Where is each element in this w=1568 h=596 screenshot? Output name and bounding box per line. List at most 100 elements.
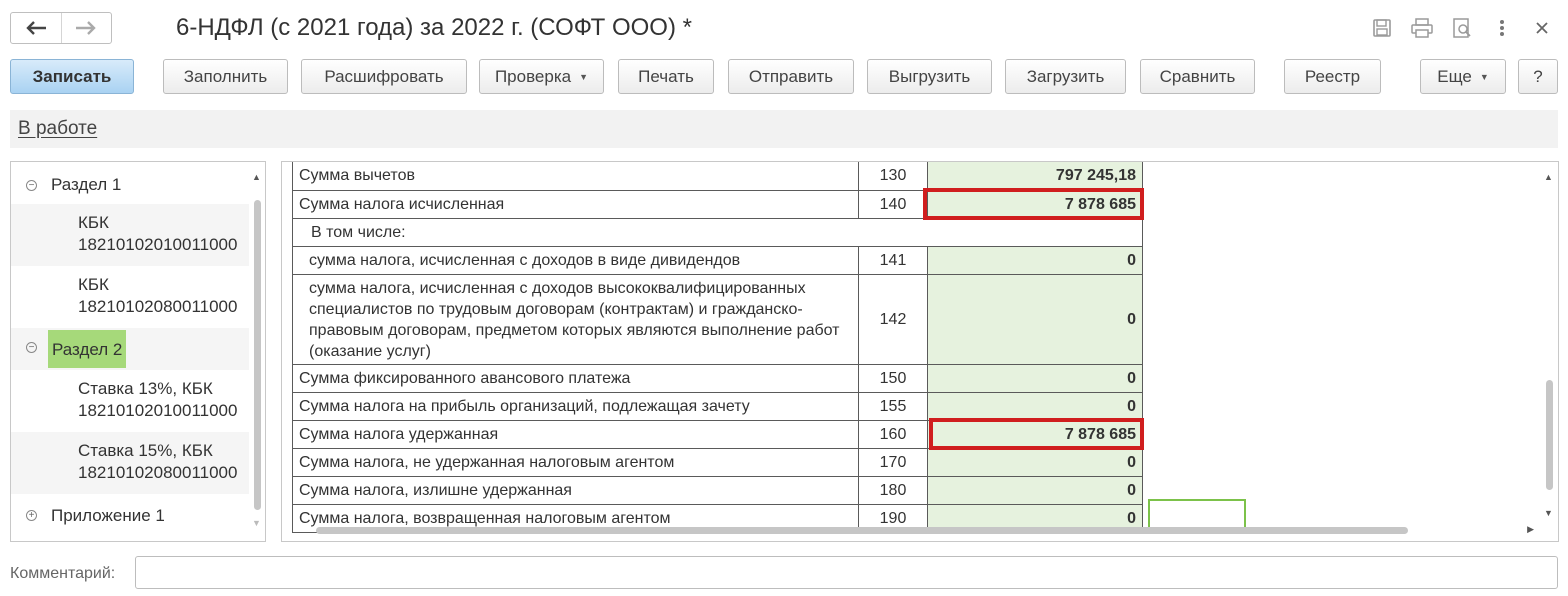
- preview-icon[interactable]: [1450, 16, 1474, 40]
- decode-button-label: Расшифровать: [324, 66, 444, 86]
- vertical-scrollbar[interactable]: ▲ ▼: [1544, 172, 1554, 518]
- scroll-down-icon[interactable]: ▼: [252, 518, 261, 528]
- row-code: 155: [859, 393, 928, 420]
- more-icon[interactable]: [1490, 16, 1514, 40]
- caret-down-icon: ▼: [1479, 71, 1489, 82]
- navigation-buttons: [10, 12, 112, 44]
- row-label: Сумма налога исчисленная: [292, 191, 859, 218]
- table-row: Сумма налога, не удержанная налоговым аг…: [292, 449, 1143, 477]
- tree-item-kbk-2[interactable]: КБК 18210102080011000: [11, 266, 249, 328]
- tree-item-label: Ставка 13%, КБК 18210102010011000: [78, 379, 238, 420]
- tree-item-label: Приложение 1: [51, 506, 165, 525]
- highlight-frame-row-160: [929, 418, 1144, 450]
- back-button[interactable]: [11, 13, 61, 43]
- tree-item-label: Раздел 2: [48, 330, 127, 368]
- send-button-label: Отправить: [748, 66, 834, 86]
- tree-item-kbk-1[interactable]: КБК 18210102010011000: [11, 204, 249, 266]
- help-button[interactable]: ?: [1518, 59, 1558, 94]
- import-button[interactable]: Загрузить: [1005, 59, 1126, 94]
- tree-item-label: КБК 18210102010011000: [78, 213, 238, 254]
- print-icon[interactable]: [1410, 16, 1434, 40]
- row-label: Сумма фиксированного авансового платежа: [292, 365, 859, 392]
- print-button[interactable]: Печать: [618, 59, 714, 94]
- row-value[interactable]: 0: [928, 365, 1143, 392]
- row-label: Сумма вычетов: [292, 162, 859, 190]
- row-code: 142: [859, 275, 928, 364]
- horizontal-scroll-thumb[interactable]: [316, 527, 1408, 534]
- section-tree: − Раздел 1 КБК 18210102010011000 КБК 182…: [10, 161, 266, 542]
- collapse-icon[interactable]: −: [26, 342, 37, 353]
- table-row: сумма налога, исчисленная с доходов в ви…: [292, 247, 1143, 275]
- row-label: В том числе:: [292, 219, 1143, 246]
- row-code: 180: [859, 477, 928, 504]
- check-button-label: Проверка: [494, 66, 572, 86]
- tree-scrollbar[interactable]: ▲ ▼: [252, 172, 261, 532]
- table-row: Сумма вычетов 130 797 245,18: [292, 162, 1143, 191]
- tree-item-rate-13[interactable]: Ставка 13%, КБК 18210102010011000: [11, 370, 249, 432]
- row-value[interactable]: 0: [928, 477, 1143, 504]
- tree-item-label: Раздел 1: [51, 175, 122, 194]
- table-row: В том числе:: [292, 219, 1143, 247]
- decode-button[interactable]: Расшифровать: [301, 59, 467, 94]
- table-row: сумма налога, исчисленная с доходов высо…: [292, 275, 1143, 365]
- vertical-scroll-thumb[interactable]: [1546, 380, 1553, 490]
- scroll-down-icon[interactable]: ▼: [1544, 508, 1553, 518]
- help-button-label: ?: [1533, 66, 1543, 86]
- registry-button[interactable]: Реестр: [1284, 59, 1381, 94]
- window-icons: [1370, 14, 1554, 42]
- forward-button[interactable]: [60, 13, 112, 43]
- write-button[interactable]: Записать: [10, 59, 134, 94]
- row-code: 140: [859, 191, 928, 218]
- send-button[interactable]: Отправить: [728, 59, 854, 94]
- toolbar: Записать Заполнить Расшифровать Проверка…: [10, 59, 1560, 94]
- print-button-label: Печать: [638, 66, 694, 86]
- row-label: Сумма налога удержанная: [292, 421, 859, 448]
- scroll-right-icon[interactable]: ▶: [1527, 524, 1534, 535]
- fill-button-label: Заполнить: [183, 66, 268, 86]
- row-label: сумма налога, исчисленная с доходов высо…: [292, 275, 859, 364]
- close-icon[interactable]: [1530, 16, 1554, 40]
- tree-item-section-2[interactable]: − Раздел 2: [11, 328, 249, 370]
- check-dropdown-button[interactable]: Проверка ▼: [479, 59, 604, 94]
- tree-item-rate-15[interactable]: Ставка 15%, КБК 18210102080011000: [11, 432, 249, 494]
- report-form: Сумма вычетов 130 797 245,18 Сумма налог…: [281, 161, 1559, 542]
- tree-item-appendix-1[interactable]: + Приложение 1: [11, 500, 249, 536]
- horizontal-scrollbar[interactable]: ▶: [304, 524, 1534, 535]
- row-code: 141: [859, 247, 928, 274]
- table-row: Сумма налога, излишне удержанная 180 0: [292, 477, 1143, 505]
- status-link[interactable]: В работе: [18, 118, 97, 140]
- row-label: Сумма налога, излишне удержанная: [292, 477, 859, 504]
- save-icon[interactable]: [1370, 16, 1394, 40]
- arrow-left-icon: [26, 21, 46, 35]
- status-bar: В работе: [10, 110, 1558, 148]
- registry-button-label: Реестр: [1304, 66, 1361, 86]
- row-value[interactable]: 797 245,18: [928, 162, 1143, 190]
- tree-item-label: Ставка 15%, КБК 18210102080011000: [78, 441, 238, 482]
- row-code: 160: [859, 421, 928, 448]
- import-button-label: Загрузить: [1026, 66, 1105, 86]
- collapse-icon[interactable]: −: [26, 180, 37, 191]
- more-dropdown-button[interactable]: Еще ▼: [1420, 59, 1506, 94]
- caret-down-icon: ▼: [579, 71, 589, 82]
- comment-label: Комментарий:: [10, 565, 116, 582]
- compare-button-label: Сравнить: [1159, 66, 1236, 86]
- compare-button[interactable]: Сравнить: [1140, 59, 1255, 94]
- expand-icon[interactable]: +: [26, 510, 37, 521]
- row-code: 150: [859, 365, 928, 392]
- tree-scroll-thumb[interactable]: [254, 200, 261, 510]
- row-value[interactable]: 0: [928, 449, 1143, 476]
- row-value[interactable]: 0: [928, 247, 1143, 274]
- arrow-right-icon: [76, 21, 96, 35]
- row-label: Сумма налога, не удержанная налоговым аг…: [292, 449, 859, 476]
- scroll-up-icon[interactable]: ▲: [1544, 172, 1553, 182]
- row-value[interactable]: 0: [928, 393, 1143, 420]
- row-label: сумма налога, исчисленная с доходов в ви…: [292, 247, 859, 274]
- more-button-label: Еще: [1437, 66, 1472, 86]
- table-row: Сумма налога на прибыль организаций, под…: [292, 393, 1143, 421]
- table-row: Сумма фиксированного авансового платежа …: [292, 365, 1143, 393]
- scroll-up-icon[interactable]: ▲: [252, 172, 261, 182]
- comment-input[interactable]: [135, 556, 1558, 589]
- export-button[interactable]: Выгрузить: [867, 59, 992, 94]
- row-value[interactable]: 0: [928, 275, 1143, 364]
- fill-button[interactable]: Заполнить: [163, 59, 288, 94]
